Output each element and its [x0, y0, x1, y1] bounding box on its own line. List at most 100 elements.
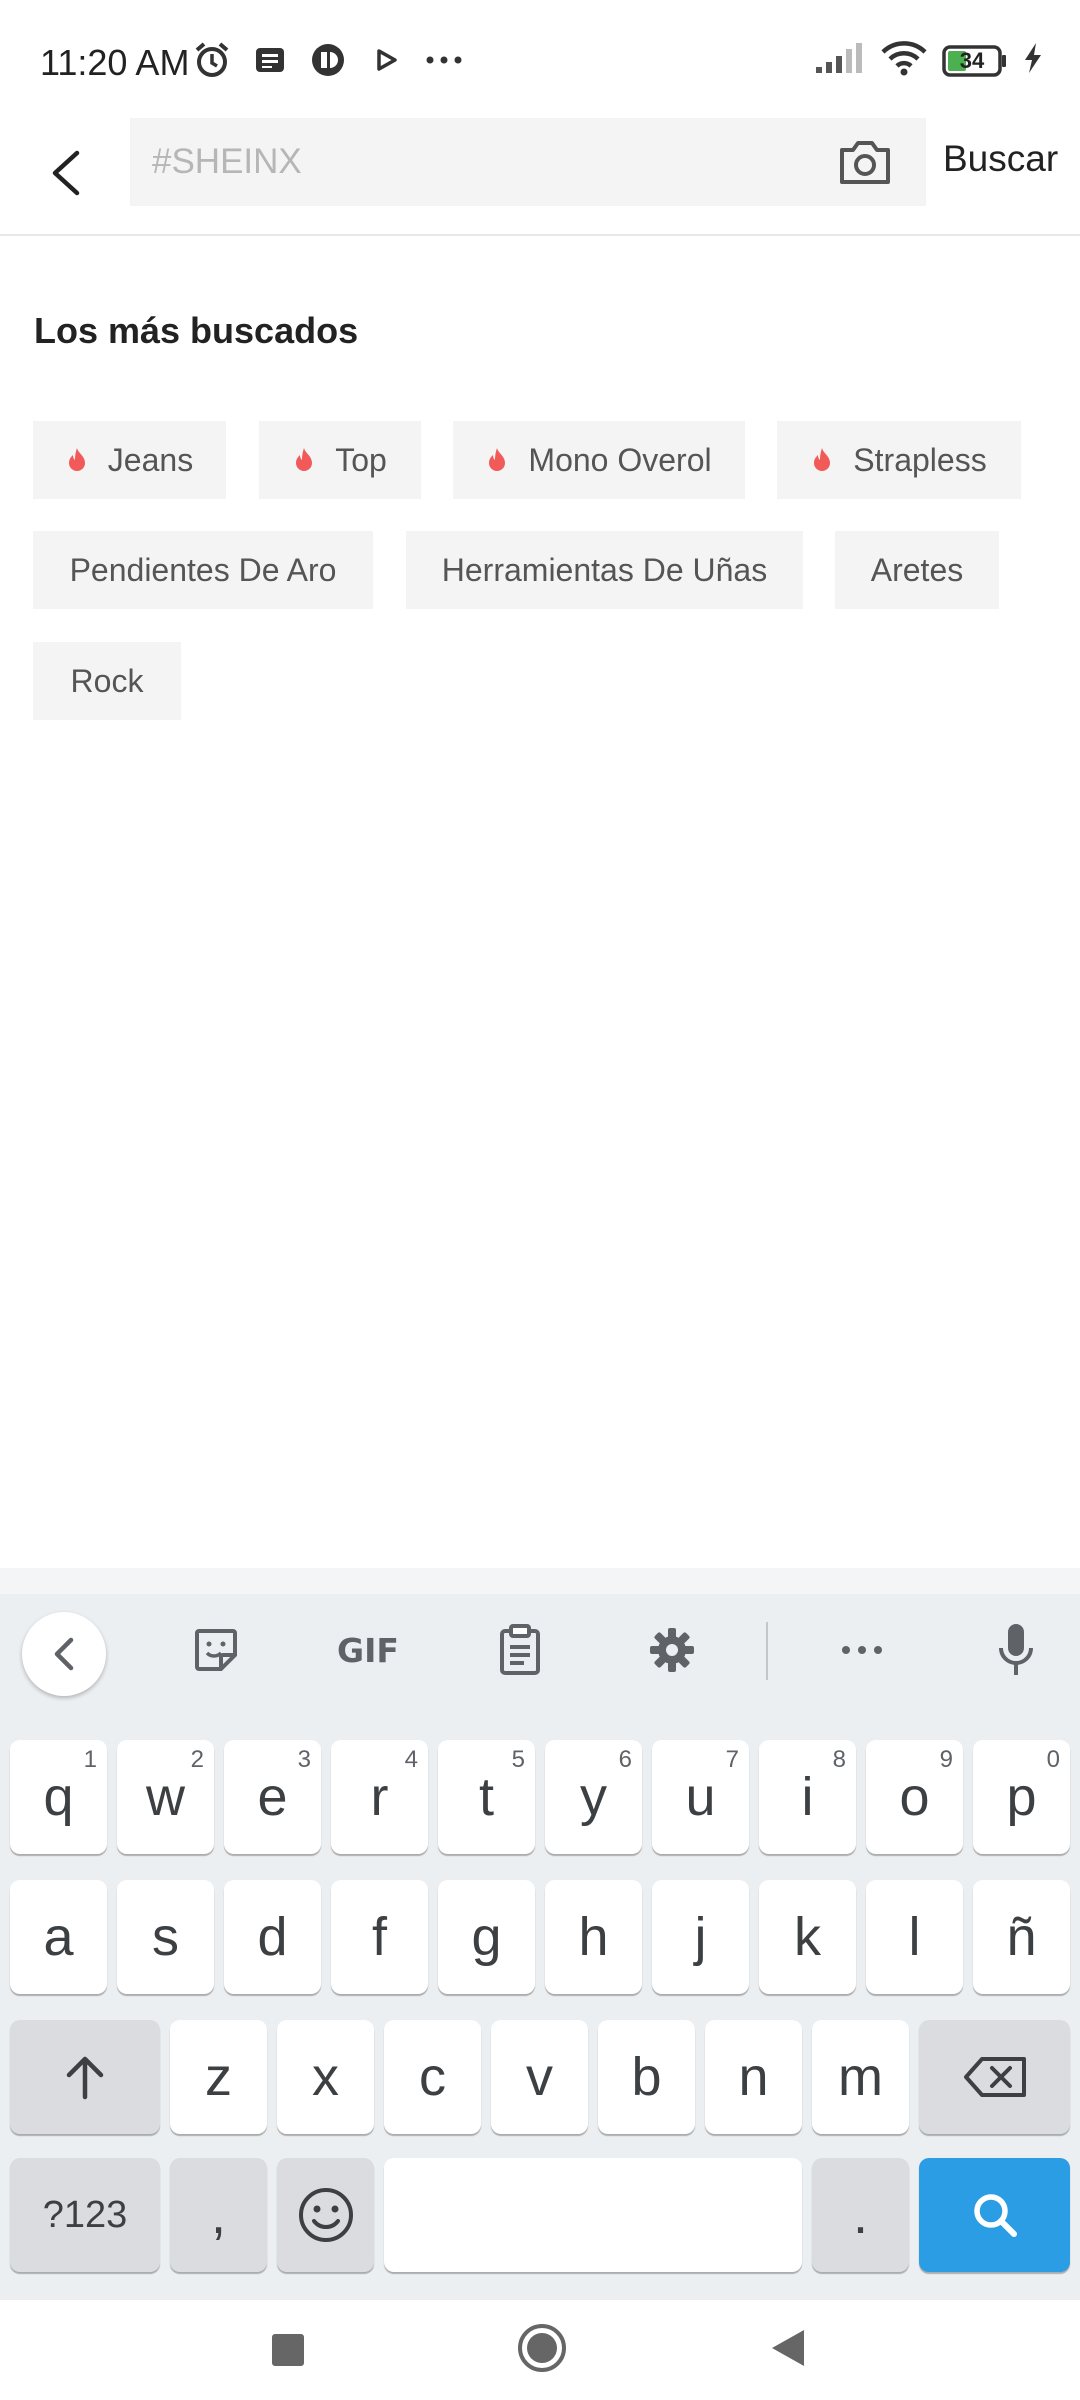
chip-label: Rock: [70, 662, 144, 699]
nav-back-button[interactable]: [768, 2326, 808, 2370]
key-j[interactable]: j: [652, 1880, 749, 1994]
trend-chip-mono-overol[interactable]: Mono Overol: [453, 421, 745, 499]
key-l[interactable]: l: [866, 1880, 963, 1994]
emoji-key[interactable]: [277, 2158, 374, 2272]
key-q[interactable]: q1: [10, 1740, 107, 1854]
key-m[interactable]: m: [812, 2020, 909, 2134]
shift-arrow-icon: [66, 2056, 104, 2100]
recents-button[interactable]: [268, 2330, 308, 2370]
more-dots-icon: [842, 1646, 882, 1654]
search-input[interactable]: [152, 118, 812, 206]
trend-chip-herramientas-de-unas[interactable]: Herramientas De Uñas: [406, 531, 803, 609]
key-r[interactable]: r4: [331, 1740, 428, 1854]
chip-label: Jeans: [107, 441, 194, 478]
microphone-icon: [999, 1624, 1033, 1675]
search-submit-button[interactable]: Buscar: [943, 138, 1058, 180]
trend-chip-jeans[interactable]: Jeans: [33, 421, 226, 499]
period-key[interactable]: .: [812, 2158, 909, 2272]
keyboard-collapse-button[interactable]: [22, 1612, 106, 1696]
chip-label: Herramientas De Uñas: [441, 551, 768, 588]
battery-icon: 34: [942, 44, 1008, 77]
trend-chip-pendientes-de-aro[interactable]: Pendientes De Aro: [33, 531, 373, 609]
key-k[interactable]: k: [759, 1880, 856, 1994]
key-u[interactable]: u7: [652, 1740, 749, 1854]
key-b[interactable]: b: [598, 2020, 695, 2134]
more-dots-icon: [424, 40, 464, 80]
voice-input-button[interactable]: [976, 1594, 1056, 1706]
search-box[interactable]: [130, 118, 926, 206]
search-icon: [973, 2194, 1017, 2237]
flame-icon: [489, 448, 506, 471]
chevron-left-icon: [54, 1637, 74, 1671]
gif-button[interactable]: GIF: [325, 1594, 411, 1706]
key-f[interactable]: f: [331, 1880, 428, 1994]
app-icon: [308, 40, 348, 80]
alarm-icon: [192, 40, 232, 80]
key-w[interactable]: w2: [117, 1740, 214, 1854]
keyboard-toolbar: GIF: [0, 1594, 1080, 1706]
notification-icons: [192, 40, 464, 80]
key-o[interactable]: o9: [866, 1740, 963, 1854]
keyboard-top-strip: [0, 1568, 1080, 1594]
square-icon: [272, 2334, 304, 2366]
key-t[interactable]: t5: [438, 1740, 535, 1854]
play-icon: [366, 40, 406, 80]
status-time: 11:20 AM: [40, 42, 190, 83]
clipboard-icon: [500, 1624, 540, 1675]
key-p[interactable]: p0: [973, 1740, 1070, 1854]
charging-icon: [1022, 41, 1044, 80]
system-nav-bar: [0, 2300, 1080, 2400]
sticker-icon: [195, 1629, 237, 1671]
camera-icon: [840, 141, 890, 184]
gear-icon: [650, 1628, 694, 1672]
trend-chip-rock[interactable]: Rock: [33, 642, 181, 720]
flame-icon: [814, 448, 831, 471]
back-arrow-icon: [52, 150, 80, 196]
chip-label: Pendientes De Aro: [69, 551, 337, 588]
space-key[interactable]: [384, 2158, 802, 2272]
key-c[interactable]: c: [384, 2020, 481, 2134]
chip-label: Mono Overol: [528, 441, 712, 478]
key-d[interactable]: d: [224, 1880, 321, 1994]
key-g[interactable]: g: [438, 1880, 535, 1994]
key-h[interactable]: h: [545, 1880, 642, 1994]
flame-icon: [296, 448, 313, 471]
chip-label: Aretes: [870, 551, 964, 588]
backspace-icon: [963, 2057, 1026, 2097]
wifi-icon: [880, 40, 928, 81]
symbols-key[interactable]: ?123: [10, 2158, 160, 2272]
comma-key[interactable]: ,: [170, 2158, 267, 2272]
back-button[interactable]: [36, 138, 96, 208]
key-y[interactable]: y6: [545, 1740, 642, 1854]
circle-icon: [518, 2324, 566, 2372]
gif-label: GIF: [337, 1630, 399, 1670]
key-s[interactable]: s: [117, 1880, 214, 1994]
trend-chip-aretes[interactable]: Aretes: [835, 531, 999, 609]
key-e[interactable]: e3: [224, 1740, 321, 1854]
key-n[interactable]: n: [705, 2020, 802, 2134]
shift-key[interactable]: [10, 2020, 160, 2134]
more-options-button[interactable]: [820, 1594, 904, 1706]
home-button[interactable]: [516, 2322, 568, 2374]
soft-keyboard: GIF q1 w2 e3 r4 t5 y6 u7 i8 o9 p0 a s d …: [0, 1568, 1080, 2300]
key-a[interactable]: a: [10, 1880, 107, 1994]
trend-chip-strapless[interactable]: Strapless: [777, 421, 1021, 499]
search-header: Buscar: [0, 118, 1080, 236]
key-i[interactable]: i8: [759, 1740, 856, 1854]
trend-chip-top[interactable]: Top: [259, 421, 421, 499]
key-z[interactable]: z: [170, 2020, 267, 2134]
backspace-key[interactable]: [919, 2020, 1070, 2134]
signal-icon: [814, 41, 866, 80]
key-x[interactable]: x: [277, 2020, 374, 2134]
key-n-tilde[interactable]: ñ: [973, 1880, 1070, 1994]
triangle-back-icon: [772, 2330, 804, 2366]
camera-search-button[interactable]: [838, 138, 892, 186]
chip-label: Strapless: [853, 441, 987, 478]
search-action-key[interactable]: [919, 2158, 1070, 2272]
settings-button[interactable]: [632, 1594, 712, 1706]
news-icon: [250, 40, 290, 80]
clipboard-button[interactable]: [480, 1594, 560, 1706]
battery-level: 34: [959, 47, 985, 73]
key-v[interactable]: v: [491, 2020, 588, 2134]
sticker-button[interactable]: [176, 1594, 256, 1706]
